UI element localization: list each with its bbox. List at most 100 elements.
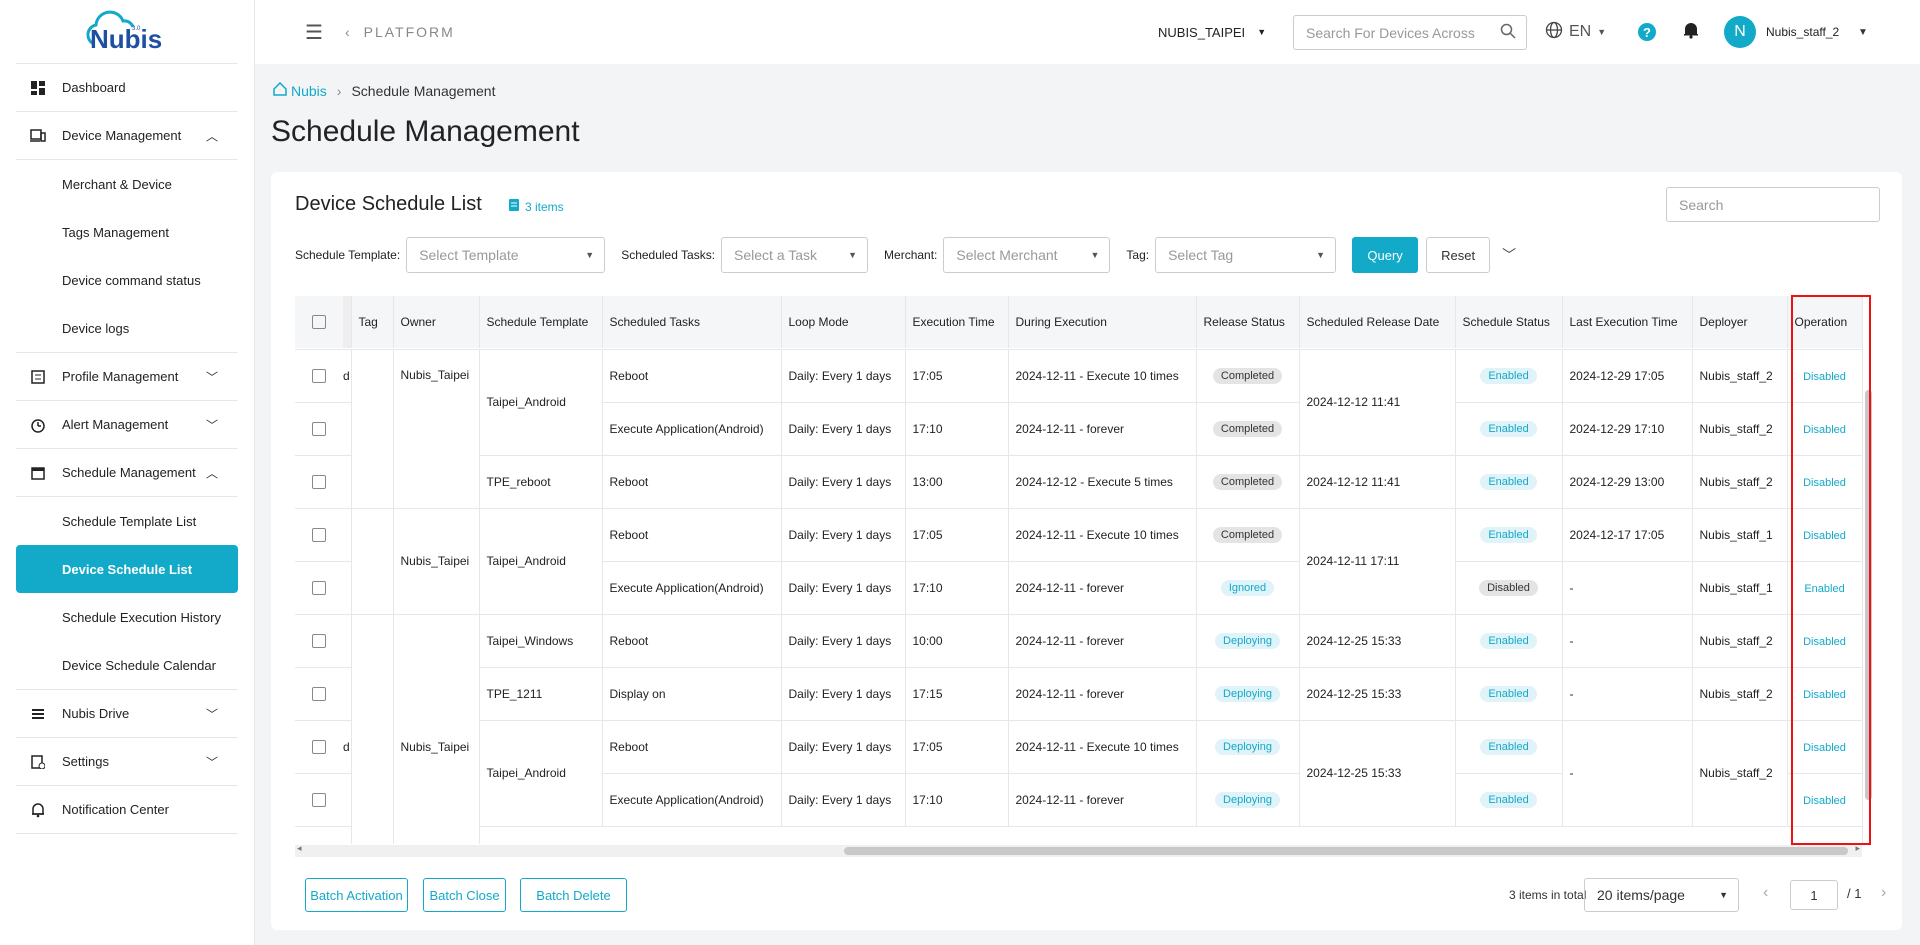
- during-cell: 2024-12-12 - Execute 5 times: [1008, 455, 1197, 509]
- horizontal-scrollbar[interactable]: ◂ ▸: [295, 843, 1862, 857]
- sidebar-item-device-command-status[interactable]: Device command status: [16, 256, 238, 304]
- logo-text: Nubis: [90, 24, 162, 54]
- row-checkbox[interactable]: [312, 368, 326, 383]
- sidebar-item-profile-management[interactable]: Profile Management ﹀: [16, 353, 238, 401]
- row-select-cell[interactable]: [295, 720, 343, 774]
- list-search-input[interactable]: Search: [1666, 187, 1880, 222]
- query-button[interactable]: Query: [1352, 237, 1419, 273]
- sidebar-item-alert-management[interactable]: Alert Management ﹀: [16, 401, 238, 449]
- sidebar-item-tags-management[interactable]: Tags Management: [16, 208, 238, 256]
- operation-toggle-link[interactable]: Enabled: [1804, 583, 1844, 595]
- avatar[interactable]: N: [1724, 16, 1756, 48]
- header-schedule-status[interactable]: Schedule Status: [1455, 296, 1563, 348]
- row-select-cell[interactable]: [295, 508, 343, 562]
- device-search-input[interactable]: Search For Devices Across: [1293, 15, 1527, 50]
- sidebar-item-label: Alert Management: [62, 417, 169, 432]
- next-page-icon[interactable]: ›: [1881, 884, 1886, 902]
- header-operation[interactable]: Operation: [1787, 296, 1863, 348]
- row-checkbox[interactable]: [312, 739, 326, 754]
- tasks-select-placeholder: Select a Task: [734, 247, 818, 263]
- scroll-right-icon[interactable]: ▸: [1855, 843, 1860, 854]
- row-checkbox[interactable]: [312, 474, 326, 489]
- during-cell: 2024-12-11 - forever: [1008, 402, 1197, 456]
- template-select[interactable]: Select Template ▼: [406, 237, 606, 273]
- header-last-execution-time[interactable]: Last Execution Time: [1562, 296, 1693, 348]
- operation-toggle-link[interactable]: Disabled: [1803, 371, 1846, 383]
- sidebar-item-schedule-template-list[interactable]: Schedule Template List: [16, 497, 238, 545]
- user-name[interactable]: Nubis_staff_2: [1766, 25, 1839, 39]
- template-cell: Taipei_Android: [479, 720, 603, 827]
- select-all-checkbox[interactable]: [312, 315, 326, 330]
- sidebar-item-dashboard[interactable]: Dashboard: [16, 64, 238, 112]
- header-deployer[interactable]: Deployer: [1692, 296, 1788, 348]
- reset-button[interactable]: Reset: [1426, 237, 1491, 273]
- vertical-scrollbar[interactable]: [1862, 300, 1874, 840]
- caret-down-icon: ▼: [585, 250, 595, 260]
- page-number-input[interactable]: 1: [1790, 880, 1838, 910]
- chevron-down-icon[interactable]: ﹀: [1502, 245, 1516, 265]
- batch-activation-button[interactable]: Batch Activation: [305, 878, 408, 912]
- row-select-cell[interactable]: [295, 455, 343, 509]
- header-scheduled-release-date[interactable]: Scheduled Release Date: [1299, 296, 1456, 348]
- sidebar-item-merchant-device[interactable]: Merchant & Device: [16, 160, 238, 208]
- logo[interactable]: Nubis 3.0: [16, 0, 238, 64]
- prev-page-icon[interactable]: ‹: [1763, 884, 1768, 902]
- hamburger-menu-icon[interactable]: ☰: [305, 20, 323, 45]
- header-execution-time[interactable]: Execution Time: [905, 296, 1009, 348]
- operation-toggle-link[interactable]: Disabled: [1803, 530, 1846, 542]
- tasks-select[interactable]: Select a Task ▼: [721, 237, 869, 273]
- sidebar-item-device-schedule-list[interactable]: Device Schedule List: [16, 545, 238, 593]
- batch-close-button[interactable]: Batch Close: [423, 878, 506, 912]
- page-size-select[interactable]: 20 items/page ▼: [1584, 878, 1739, 912]
- caret-down-icon[interactable]: ▼: [1858, 27, 1868, 38]
- sidebar-item-schedule-management[interactable]: Schedule Management ︿: [16, 449, 238, 497]
- operation-toggle-link[interactable]: Disabled: [1803, 424, 1846, 436]
- sidebar-item-notification-center[interactable]: Notification Center: [16, 786, 238, 834]
- sidebar-item-device-management[interactable]: Device Management ︿: [16, 112, 238, 160]
- language-selector[interactable]: EN ▼: [1545, 21, 1606, 44]
- row-select-cell[interactable]: [295, 667, 343, 721]
- operation-toggle-link[interactable]: Disabled: [1803, 636, 1846, 648]
- scroll-left-icon[interactable]: ◂: [297, 843, 302, 854]
- header-release-status[interactable]: Release Status: [1196, 296, 1300, 348]
- batch-delete-button[interactable]: Batch Delete: [520, 878, 627, 912]
- header-tag[interactable]: Tag: [351, 296, 394, 348]
- select-all-cell[interactable]: [295, 296, 343, 348]
- org-selector[interactable]: NUBIS_TAIPEI ▼: [1158, 25, 1266, 40]
- row-select-cell[interactable]: [295, 349, 343, 403]
- row-checkbox[interactable]: [312, 792, 326, 807]
- operation-toggle-link[interactable]: Disabled: [1803, 689, 1846, 701]
- row-select-cell[interactable]: [295, 773, 343, 827]
- sidebar-item-schedule-execution-history[interactable]: Schedule Execution History: [16, 593, 238, 641]
- platform-nav[interactable]: ‹ PLATFORM: [345, 24, 455, 40]
- vertical-scroll-thumb[interactable]: [1865, 390, 1872, 800]
- row-select-cell[interactable]: [295, 402, 343, 456]
- tag-select[interactable]: Select Tag ▼: [1155, 237, 1337, 273]
- help-icon[interactable]: ?: [1638, 23, 1656, 41]
- during-cell: 2024-12-11 - forever: [1008, 773, 1197, 827]
- sidebar-item-device-logs[interactable]: Device logs: [16, 304, 238, 352]
- header-during-execution[interactable]: During Execution: [1008, 296, 1197, 348]
- sidebar-item-device-schedule-calendar[interactable]: Device Schedule Calendar: [16, 641, 238, 689]
- row-checkbox[interactable]: [312, 686, 326, 701]
- header-loop-mode[interactable]: Loop Mode: [781, 296, 906, 348]
- breadcrumb-home[interactable]: Nubis: [273, 81, 327, 99]
- row-checkbox[interactable]: [312, 633, 326, 648]
- operation-toggle-link[interactable]: Disabled: [1803, 477, 1846, 489]
- sidebar-item-nubis-drive[interactable]: Nubis Drive ﹀: [16, 690, 238, 738]
- header-scheduled-tasks[interactable]: Scheduled Tasks: [602, 296, 782, 348]
- header-owner[interactable]: Owner: [393, 296, 480, 348]
- header-schedule-template[interactable]: Schedule Template: [479, 296, 603, 348]
- row-checkbox[interactable]: [312, 580, 326, 595]
- operation-toggle-link[interactable]: Disabled: [1803, 742, 1846, 754]
- horizontal-scroll-thumb[interactable]: [844, 847, 1848, 855]
- merchant-select[interactable]: Select Merchant ▼: [943, 237, 1111, 273]
- bell-icon[interactable]: [1683, 21, 1699, 44]
- row-select-cell[interactable]: [295, 614, 343, 668]
- search-icon[interactable]: [1500, 23, 1516, 42]
- row-select-cell[interactable]: [295, 561, 343, 615]
- operation-toggle-link[interactable]: Disabled: [1803, 795, 1846, 807]
- sidebar-item-settings[interactable]: Settings ﹀: [16, 738, 238, 786]
- row-checkbox[interactable]: [312, 527, 326, 542]
- row-checkbox[interactable]: [312, 421, 326, 436]
